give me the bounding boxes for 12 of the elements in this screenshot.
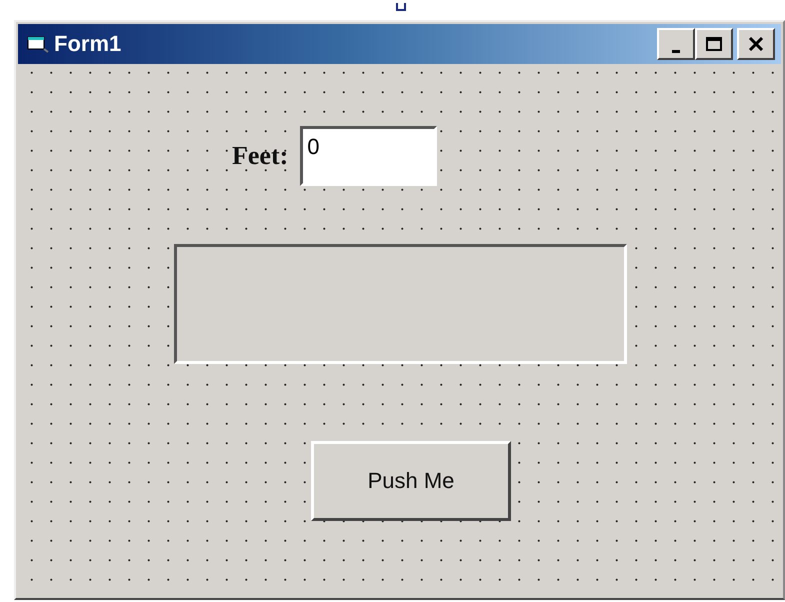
window-icon (26, 34, 50, 54)
feet-label: Feet: (232, 141, 288, 171)
close-icon (748, 37, 764, 51)
feet-input-field[interactable]: 0 (300, 126, 438, 186)
close-button[interactable] (737, 28, 775, 60)
minimize-icon (672, 50, 680, 52)
push-me-button[interactable]: Push Me (311, 441, 511, 521)
maximize-icon (706, 37, 722, 51)
maximize-button[interactable] (695, 28, 733, 60)
minimize-button[interactable] (657, 28, 695, 60)
selection-handle-icon (396, 3, 406, 11)
window-title: Form1 (54, 31, 122, 57)
